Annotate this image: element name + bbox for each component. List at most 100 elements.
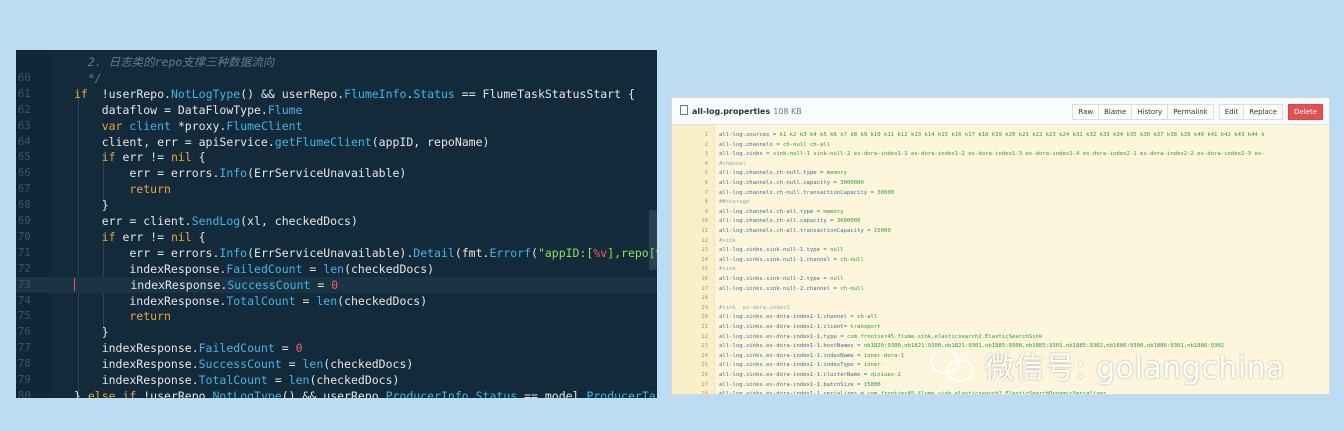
file-line-text: #sink es-dora-index1 [719,304,790,311]
code-line[interactable]: 69 err = client.SendLog(xl, checkedDocs) [16,213,657,229]
file-line: 22 all-log.sinks.es-dora-index1-1.type = … [672,333,1329,342]
code-line[interactable]: 60 */ [16,70,657,86]
code-line[interactable]: 71 err = errors.Info(ErrServiceUnavailab… [16,245,657,261]
file-line-number[interactable]: 9 [690,208,708,217]
file-line-text: ##storage [719,199,750,206]
file-line-text: all-log.channels.ch-null.capacity = 3000… [719,180,864,186]
file-line-number[interactable]: 10 [690,217,708,226]
line-number: 68 [18,199,31,212]
code-text: dataflow = DataFlowType.Flume [74,102,303,117]
file-title: all-log.properties 108 KB [680,105,802,116]
file-line: 1 all-log.sources = k1 k2 k3 k4 k5 k6 k7 … [672,131,1329,140]
file-line: 14 all-log.sinks.sink-null-1.channel = ch… [672,256,1329,265]
replace-button[interactable]: Replace [1243,104,1283,120]
code-line[interactable]: 70 if err != nil { [16,229,657,245]
code-editor[interactable]: 2. 日志类的repo支撑三种数据流向 60 */61 if !userRepo.N… [16,50,657,398]
file-line: 11 all-log.channels.ch-all.transactionCap… [672,227,1329,236]
file-line-text: all-log.sinks.es-dora-index1-1.serialize… [719,391,1107,395]
code-line[interactable]: 79 indexResponse.TotalCount = len(checke… [16,372,657,388]
code-line[interactable]: 63 var client *proxy.FlumeClient [16,118,657,134]
file-line-number[interactable]: 20 [690,313,708,322]
code-line[interactable]: 80} else if !userRepo.NotLogType() && us… [16,388,657,398]
file-line: 8 ##storage [672,198,1329,207]
file-line-number[interactable]: 25 [690,361,708,370]
history-button[interactable]: History [1131,104,1169,120]
raw-button[interactable]: Raw [1072,104,1100,120]
file-line: 20 all-log.sinks.es-dora-index1-1.channel… [672,313,1329,322]
permalink-button[interactable]: Permalink [1167,104,1214,120]
file-line: 4 #channel [672,160,1329,169]
file-line-number[interactable]: 18 [690,294,708,303]
file-line-text: #sink [719,266,736,273]
file-line: 15 #sink [672,265,1329,274]
code-line[interactable]: 72 indexResponse.FailedCount = len(check… [16,261,657,277]
file-line-number[interactable]: 21 [690,323,708,332]
file-line-text: all-log.sinks.es-dora-index1-1.client= t… [719,324,881,330]
code-line[interactable]: 75 return [16,308,657,324]
line-number: 60 [18,71,31,84]
file-line-number[interactable]: 7 [690,189,708,198]
code-line[interactable]: 64 client, err = apiService.getFlumeClie… [16,134,657,150]
file-line-number[interactable]: 3 [690,150,708,159]
edit-button[interactable]: Edit [1218,104,1245,120]
code-line[interactable]: 77 indexResponse.FailedCount = 0 [16,340,657,356]
file-line-number[interactable]: 22 [690,333,708,342]
file-line-text: all-log.channels.ch-all.type = memory [719,208,844,215]
file-line-number[interactable]: 1 [690,131,708,140]
file-line-number[interactable]: 11 [690,227,708,236]
code-line[interactable]: 2. 日志类的repo支撑三种数据流向 [16,54,657,70]
file-line-number[interactable]: 24 [690,352,708,361]
file-line-number[interactable]: 13 [690,246,708,255]
delete-button[interactable]: Delete [1288,104,1323,120]
line-number: 79 [18,374,31,386]
file-line-number[interactable]: 15 [690,265,708,274]
file-line-number[interactable]: 12 [690,237,708,246]
code-text: err = errors.Info(ErrServiceUnavailable)… [74,245,657,260]
file-line: 9 all-log.channels.ch-all.type = memory [672,208,1329,217]
watermark: 微信号: golangchina [928,343,1285,387]
file-line-number[interactable]: 6 [690,179,708,188]
code-line[interactable]: 66 err = errors.Info(ErrServiceUnavailab… [16,165,657,181]
file-line-text: all-log.sinks.es-dora-index1-1.indexName… [719,352,905,359]
file-line: 19 #sink es-dora-index1 [672,304,1329,313]
code-text: indexResponse.FailedCount = 0 [74,341,303,356]
code-text: if err != nil { [74,229,206,244]
code-line[interactable]: 67 return [16,181,657,197]
file-line-text: all-log.sinks.sink-null-1.type = null [719,247,844,254]
file-line: 6 all-log.channels.ch-null.capacity = 300… [672,179,1329,188]
file-line-number[interactable]: 5 [690,169,708,178]
file-line: 17 all-log.sinks.sink-null-2.channel = ch… [672,285,1329,294]
blame-button[interactable]: Blame [1098,104,1133,120]
line-number: 72 [18,262,31,275]
line-number: 62 [18,103,31,116]
code-line[interactable]: 76 } [16,324,657,340]
file-line-text: all-log.channels.ch-all.capacity = 36000… [719,218,861,225]
code-line[interactable]: 62 dataflow = DataFlowType.Flume [16,102,657,118]
code-line[interactable]: 68 } [16,197,657,213]
code-line[interactable]: 61 if !userRepo.NotLogType() && userRepo.… [16,86,657,102]
code-text: } [74,325,109,340]
file-line-text: all-log.sinks.sink-null-2.type = null [719,276,844,282]
code-line[interactable]: 65 if err != nil { [16,149,657,165]
file-line-number[interactable]: 23 [690,342,708,351]
line-number: 69 [18,215,31,227]
file-line-number[interactable]: 26 [690,371,708,380]
code-text: err = errors.Info(ErrServiceUnavailable) [74,166,407,181]
file-line-number[interactable]: 27 [690,381,708,390]
file-line-number[interactable]: 17 [690,285,708,294]
file-line-number[interactable]: 8 [690,198,708,207]
file-line-number[interactable]: 16 [690,275,708,284]
file-line-number[interactable]: 14 [690,256,708,265]
file-line-number[interactable]: 19 [690,304,708,313]
code-line[interactable]: 74 indexResponse.TotalCount = len(checke… [16,293,657,309]
file-line-number[interactable]: 4 [690,160,708,169]
file-line-number[interactable]: 28 [690,390,708,394]
code-line[interactable]: 78 indexResponse.SuccessCount = len(chec… [16,356,657,372]
file-line-text: #sink [719,237,736,244]
code-line[interactable]: 73 indexResponse.SuccessCount = 0 [16,276,657,293]
line-number: 76 [18,326,31,339]
file-line-text: all-log.sinks.sink-null-2.channel = ch-n… [719,285,864,292]
file-line-number[interactable]: 2 [690,141,708,150]
code-text: err = client.SendLog(xl, checkedDocs) [74,214,358,228]
file-name[interactable]: all-log.properties [692,107,770,116]
